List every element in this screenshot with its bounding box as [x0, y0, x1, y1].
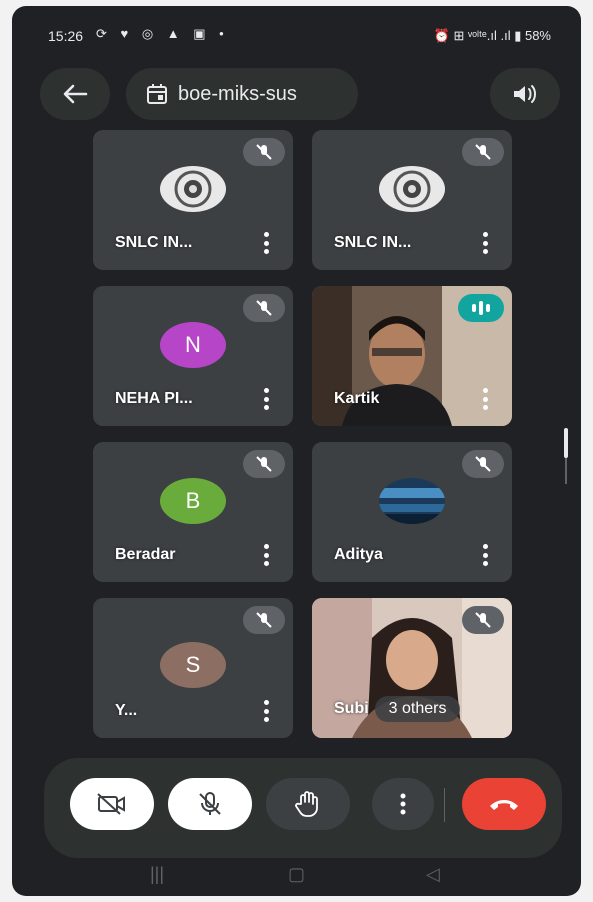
mic-off-badge: [243, 450, 285, 478]
meeting-title-chip[interactable]: boe-miks-sus: [126, 68, 358, 120]
mic-off-badge: [462, 450, 504, 478]
status-bar: 15:26 ⟳ ♥ ◎ ▲ ▣ • ⏰ ⊞ ᵛᵒˡᵗᵉ.ıl .ıl ▮ 58%: [12, 6, 581, 62]
more-options-button[interactable]: [482, 388, 488, 410]
others-summary: Subi 3 others: [334, 694, 498, 724]
mic-off-badge: [462, 606, 504, 634]
initial-avatar: N: [160, 322, 226, 368]
mic-off-badge: [243, 606, 285, 634]
meeting-code: boe-miks-sus: [178, 82, 297, 105]
raise-hand-button[interactable]: [266, 778, 350, 830]
mic-off-icon: [475, 612, 491, 628]
participant-name: Y...: [115, 702, 138, 719]
mic-off-icon: [256, 300, 272, 316]
speaking-indicator: [458, 294, 504, 322]
phone-screen: 15:26 ⟳ ♥ ◎ ▲ ▣ • ⏰ ⊞ ᵛᵒˡᵗᵉ.ıl .ıl ▮ 58%…: [12, 6, 581, 896]
participant-tile[interactable]: S Y...: [93, 598, 293, 738]
more-options-button[interactable]: [482, 544, 488, 566]
back-nav-icon[interactable]: ◁: [426, 864, 440, 885]
mic-off-icon: [475, 144, 491, 160]
camera-off-icon: [97, 793, 125, 815]
initial-avatar: S: [160, 642, 226, 688]
participant-tile[interactable]: SNLC IN...: [312, 130, 512, 270]
status-time: 15:26: [48, 28, 84, 44]
participant-name: SNLC IN...: [115, 234, 193, 251]
participant-video-tile[interactable]: Kartik: [312, 286, 512, 426]
home-icon[interactable]: ▢: [288, 864, 305, 885]
end-call-button[interactable]: [462, 778, 546, 830]
participant-video-tile[interactable]: Subi 3 others: [312, 598, 512, 738]
scrollbar-track: [565, 458, 567, 484]
more-options-button[interactable]: [372, 778, 434, 830]
organization-logo-avatar: [160, 166, 226, 212]
emblem-icon: [174, 170, 212, 208]
system-navigation-bar: ||| ▢ ◁: [12, 854, 581, 896]
participant-name: Beradar: [115, 546, 176, 563]
mic-off-icon: [256, 456, 272, 472]
more-options-button[interactable]: [263, 700, 269, 722]
more-options-button[interactable]: [263, 544, 269, 566]
mic-off-badge: [243, 138, 285, 166]
initial-avatar: B: [160, 478, 226, 524]
call-controls-bar: [44, 758, 562, 858]
mic-off-badge: [243, 294, 285, 322]
more-options-button[interactable]: [263, 388, 269, 410]
back-button[interactable]: [40, 68, 110, 120]
more-vert-icon: [400, 793, 406, 815]
participant-tile[interactable]: B Beradar: [93, 442, 293, 582]
participant-tile[interactable]: Aditya: [312, 442, 512, 582]
photo-avatar: [379, 478, 445, 524]
participant-name: Aditya: [334, 546, 383, 563]
controls-divider: [444, 788, 445, 822]
profile-photo: [379, 478, 445, 524]
hand-icon: [295, 791, 318, 817]
participant-name: Kartik: [334, 390, 380, 407]
more-options-button[interactable]: [263, 232, 269, 254]
more-options-button[interactable]: [482, 232, 488, 254]
audio-output-button[interactable]: [490, 68, 560, 120]
mic-off-icon: [256, 612, 272, 628]
organization-logo-avatar: [379, 166, 445, 212]
emblem-icon: [393, 170, 431, 208]
mic-off-icon: [199, 792, 221, 815]
participant-name: Subi: [334, 700, 369, 717]
mic-off-icon: [475, 456, 491, 472]
scrollbar-thumb[interactable]: [564, 428, 568, 458]
arrow-left-icon: [63, 84, 88, 104]
mic-off-icon: [256, 144, 272, 160]
recent-apps-icon[interactable]: |||: [150, 864, 164, 885]
system-icons: ⏰ ⊞ ᵛᵒˡᵗᵉ.ıl .ıl ▮ 58%: [433, 28, 551, 43]
mic-off-badge: [462, 138, 504, 166]
speaker-icon: [514, 85, 536, 103]
camera-toggle-button[interactable]: [70, 778, 154, 830]
participant-tile[interactable]: N NEHA PI...: [93, 286, 293, 426]
mic-toggle-button[interactable]: [168, 778, 252, 830]
end-call-icon: [490, 800, 518, 810]
others-count-chip[interactable]: 3 others: [374, 696, 461, 722]
calendar-icon: [147, 84, 167, 104]
notification-icons: ⟳ ♥ ◎ ▲ ▣ •: [96, 26, 229, 41]
participant-name: NEHA PI...: [115, 390, 193, 407]
participant-name: SNLC IN...: [334, 234, 412, 251]
participant-tile[interactable]: SNLC IN...: [93, 130, 293, 270]
